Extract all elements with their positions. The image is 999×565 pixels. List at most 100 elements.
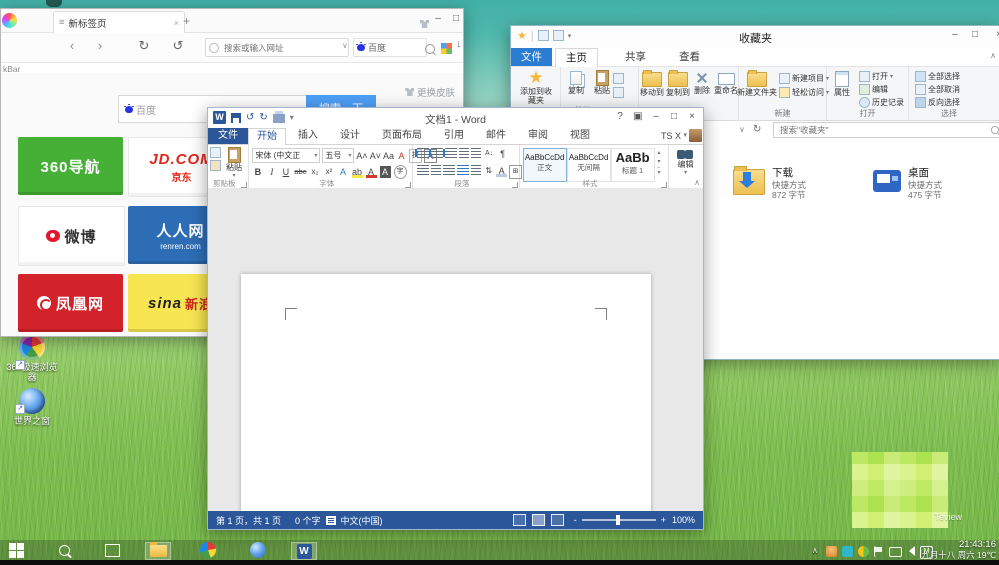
search-icon[interactable]	[425, 41, 435, 59]
taskbar-word-button[interactable]: W	[291, 542, 317, 560]
ribbon-collapse-icon[interactable]: ∧	[694, 178, 700, 187]
back-button[interactable]: ‹	[63, 37, 81, 55]
underline-button[interactable]: U	[280, 166, 291, 178]
word-minimize-button[interactable]: –	[647, 111, 665, 122]
read-mode-icon[interactable]	[513, 514, 526, 526]
show-marks-icon[interactable]: ¶	[497, 148, 508, 160]
shrink-font-button[interactable]: A˅	[370, 150, 381, 162]
browser-maximize-button[interactable]: □	[447, 13, 465, 24]
paste-shortcut-button[interactable]	[613, 87, 624, 98]
site-tile-weibo[interactable]: 微博	[18, 206, 125, 266]
style-normal[interactable]: AaBbCcDd 正文	[523, 148, 567, 182]
forward-button[interactable]: ›	[91, 37, 109, 55]
tab-home[interactable]: 开始	[248, 128, 286, 145]
tab-mailings[interactable]: 邮件	[478, 128, 514, 144]
file-item-downloads[interactable]: 下载 快捷方式 872 字节	[733, 165, 806, 200]
account-avatar[interactable]	[689, 129, 702, 142]
new-tab-button[interactable]: +	[183, 14, 190, 28]
explorer-maximize-button[interactable]: □	[966, 29, 984, 40]
highlight-button[interactable]: ab	[352, 166, 363, 178]
undo-close-button[interactable]: ↺	[169, 37, 187, 55]
address-dropdown-icon[interactable]: ∨	[342, 41, 348, 50]
new-item-button[interactable]: 新建项目 ▾	[779, 73, 829, 84]
styles-scroll-up-icon[interactable]: ▴	[657, 149, 660, 156]
reload-button[interactable]: ↻	[135, 37, 153, 55]
tray-volume-icon[interactable]	[904, 546, 915, 557]
zoom-out-button[interactable]: -	[574, 515, 577, 525]
open-button[interactable]: 打开 ▾	[859, 71, 893, 82]
font-color-button[interactable]: A	[366, 166, 377, 178]
zoom-slider-thumb[interactable]	[616, 515, 620, 525]
tab-references[interactable]: 引用	[436, 128, 472, 144]
styles-scroll-down-icon[interactable]: ▾	[657, 158, 660, 165]
properties-button[interactable]: 属性	[825, 70, 859, 97]
select-none-button[interactable]: 全部取消	[915, 84, 960, 95]
tab-insert[interactable]: 插入	[290, 128, 326, 144]
browser-logo-icon[interactable]	[2, 13, 17, 28]
change-case-button[interactable]: Aa	[383, 150, 394, 162]
ribbon-collapse-icon[interactable]: ∧	[990, 51, 996, 60]
add-to-favorites-button[interactable]: 添加到收藏夹	[519, 70, 553, 105]
task-view-button[interactable]	[100, 542, 124, 558]
font-size-combobox[interactable]: 五号 ▾	[322, 148, 354, 163]
history-button[interactable]: 历史记录	[859, 97, 904, 108]
tab-view[interactable]: 查看	[669, 48, 710, 66]
editing-button[interactable]: 编辑 ▾	[669, 147, 701, 178]
subscript-button[interactable]: x₂	[310, 166, 321, 178]
justify-icon[interactable]	[457, 165, 469, 175]
desktop-icon-360-browser[interactable]: ↗ 360极速浏览器	[3, 334, 61, 382]
tray-qq-icon[interactable]	[826, 546, 837, 557]
enclose-characters-button[interactable]: 字	[394, 165, 407, 179]
print-layout-icon[interactable]	[532, 514, 545, 526]
file-item-desktop[interactable]: 桌面 快捷方式 475 字节	[873, 165, 942, 200]
grow-font-button[interactable]: A˄	[356, 150, 367, 162]
taskbar-explorer-button[interactable]	[145, 542, 171, 560]
tray-app-icon[interactable]	[842, 546, 853, 557]
tab-design[interactable]: 设计	[332, 128, 368, 144]
tab-file[interactable]: 文件	[511, 48, 552, 66]
easy-access-button[interactable]: 轻松访问 ▾	[779, 87, 829, 98]
start-button[interactable]	[4, 542, 28, 558]
paste-button[interactable]: 粘贴 ▾	[220, 147, 248, 181]
tray-expand-icon[interactable]: ∧	[812, 546, 818, 555]
select-all-button[interactable]: 全部选择	[915, 71, 960, 82]
tab-close-icon[interactable]: ×	[174, 18, 179, 28]
downloads-icon[interactable]: ↓	[456, 38, 462, 50]
font-name-combobox[interactable]: 宋体 (中文正 ▾	[252, 148, 320, 163]
help-button[interactable]: ?	[611, 111, 629, 122]
text-effects-button[interactable]: A	[338, 166, 349, 178]
zoom-slider[interactable]	[582, 519, 656, 521]
style-no-spacing[interactable]: AaBbCcDd 无间隔	[567, 148, 611, 182]
skin-button[interactable]	[420, 15, 429, 33]
document-page[interactable]	[241, 274, 651, 511]
style-heading1[interactable]: AaBb 标题 1	[611, 148, 655, 182]
tab-home[interactable]: 主页	[555, 48, 598, 67]
word-close-button[interactable]: ×	[683, 111, 701, 122]
line-spacing-icon[interactable]: ⇅	[483, 165, 494, 177]
explorer-search-input[interactable]	[778, 124, 990, 136]
bold-button[interactable]: B	[252, 166, 263, 178]
clear-formatting-button[interactable]: A	[396, 150, 407, 162]
refresh-icon[interactable]: ↻	[753, 124, 761, 135]
multilevel-list-icon[interactable]	[445, 148, 457, 158]
increase-indent-icon[interactable]	[471, 148, 481, 158]
explorer-minimize-button[interactable]: –	[946, 29, 964, 40]
proofing-icon[interactable]	[326, 516, 336, 525]
site-tile-360nav[interactable]: 360导航	[18, 137, 123, 195]
explorer-search-box[interactable]	[773, 122, 999, 138]
account-dropdown-icon[interactable]: ▾	[683, 131, 687, 139]
site-tile-ifeng[interactable]: 凤凰网	[18, 274, 123, 332]
italic-button[interactable]: I	[266, 166, 277, 178]
ribbon-display-button[interactable]: ▣	[629, 111, 647, 122]
word-count[interactable]: 0 个字	[295, 514, 321, 527]
bullets-icon[interactable]	[417, 148, 429, 158]
language-indicator[interactable]: 中文(中国)	[341, 514, 383, 527]
sort-icon[interactable]: A↓	[483, 148, 495, 160]
account-name[interactable]: TS X	[661, 131, 681, 141]
taskbar-clock[interactable]: 21:43:16 九月十八 周六 19℃	[921, 540, 996, 560]
zoom-in-button[interactable]: +	[661, 515, 666, 525]
align-right-icon[interactable]	[443, 165, 455, 175]
address-input[interactable]	[222, 42, 345, 54]
tab-share[interactable]: 共享	[615, 48, 656, 66]
new-folder-button[interactable]: 新建文件夹	[737, 70, 777, 97]
